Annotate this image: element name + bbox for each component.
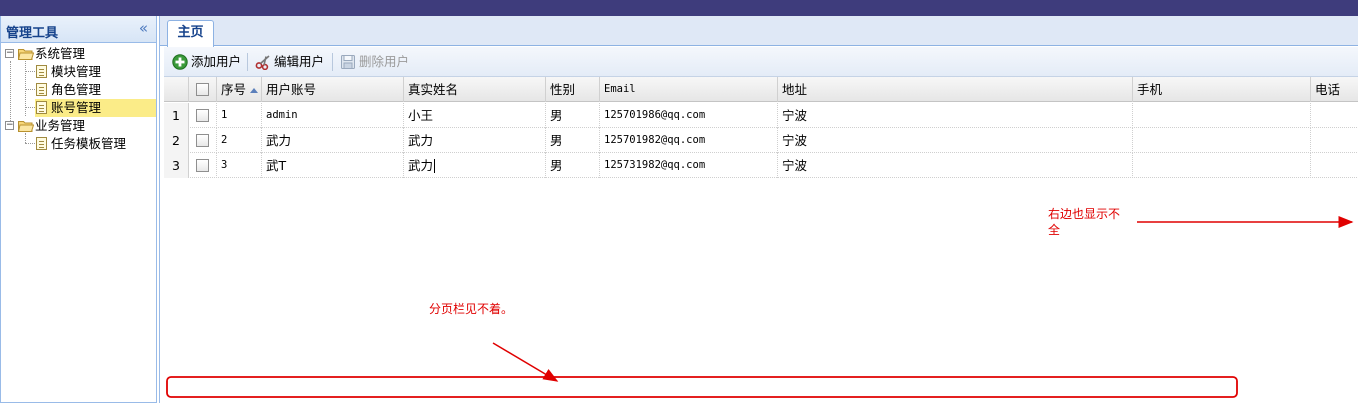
header-real-name[interactable]: 真实姓名 <box>404 77 546 102</box>
cell-real-name: 武力 <box>404 128 546 153</box>
cell-mobile <box>1133 128 1311 153</box>
tree-node-label: 角色管理 <box>51 82 102 97</box>
annotation-right-cutoff: 右边也显示不全 <box>1048 207 1121 237</box>
cell-gender: 男 <box>546 103 600 128</box>
cell-gender: 男 <box>546 128 600 153</box>
sidebar-panel: 管理工具 « − 系统管理 模块管理 角色管理 账号管理 − 业务管理 任务模板… <box>0 16 157 403</box>
header-rownum <box>164 77 189 102</box>
select-all-checkbox[interactable] <box>196 83 209 96</box>
cell-account: admin <box>262 103 404 128</box>
annotation-pager-missing: 分页栏见不着。 <box>429 302 514 316</box>
row-checkbox[interactable] <box>196 159 209 172</box>
tree-node-module-admin[interactable]: 模块管理 <box>1 63 156 81</box>
cell-phone <box>1311 153 1358 178</box>
collapse-icon[interactable]: « <box>139 19 148 37</box>
cell-mobile <box>1133 103 1311 128</box>
cell-real-name-editing[interactable]: 武力 <box>404 153 546 178</box>
header-address[interactable]: 地址 <box>778 77 1133 102</box>
row-checkbox-cell[interactable] <box>189 128 217 153</box>
header-gender[interactable]: 性别 <box>546 77 600 102</box>
header-account[interactable]: 用户账号 <box>262 77 404 102</box>
sidebar-title: 管理工具 <box>6 26 59 41</box>
add-icon <box>172 54 188 70</box>
row-checkbox-cell[interactable] <box>189 153 217 178</box>
cell-phone <box>1311 128 1358 153</box>
tree-node-system-admin[interactable]: − 系统管理 <box>1 45 156 63</box>
cell-address: 宁波 <box>778 153 1133 178</box>
tab-strip: 主页 <box>160 16 1358 47</box>
page-icon <box>36 83 47 96</box>
add-user-button[interactable]: 添加用户 <box>172 51 242 73</box>
collapse-toggle-icon[interactable]: − <box>5 121 14 130</box>
tree-node-label: 系统管理 <box>35 46 86 61</box>
cell-email: 125701982@qq.com <box>600 128 778 153</box>
tree-node-label: 模块管理 <box>51 64 102 79</box>
scissors-icon <box>255 55 270 70</box>
sidebar-header: 管理工具 « <box>1 16 156 43</box>
cell-email: 125731982@qq.com <box>600 153 778 178</box>
cell-email: 125701986@qq.com <box>600 103 778 128</box>
tree-connector <box>25 107 35 108</box>
cell-account: 武力 <box>262 128 404 153</box>
toolbar-separator <box>247 53 248 71</box>
cell-real-name: 小王 <box>404 103 546 128</box>
tree-node-account-admin[interactable]: 账号管理 <box>35 99 156 117</box>
cell-gender: 男 <box>546 153 600 178</box>
save-disk-icon <box>341 55 355 69</box>
add-user-label: 添加用户 <box>191 54 242 69</box>
grid-header: 序号 用户账号 真实姓名 性别 Email 地址 手机 电话 <box>164 77 1358 102</box>
header-checkbox[interactable] <box>189 77 217 102</box>
collapse-toggle-icon[interactable]: − <box>5 49 14 58</box>
tree-node-role-admin[interactable]: 角色管理 <box>1 81 156 99</box>
tree-node-label: 任务模板管理 <box>51 136 127 151</box>
grid-toolbar: 添加用户 编辑用户 删除用户 <box>164 47 1358 77</box>
row-checkbox-cell[interactable] <box>189 103 217 128</box>
cell-address: 宁波 <box>778 128 1133 153</box>
tree-node-label: 业务管理 <box>35 118 86 133</box>
tree-node-business-admin[interactable]: − 业务管理 <box>1 117 156 135</box>
toolbar-separator <box>332 53 333 71</box>
delete-user-button[interactable]: 删除用户 <box>340 51 412 73</box>
tree-node-label: 账号管理 <box>51 100 102 115</box>
row-number: 3 <box>164 153 189 178</box>
delete-user-label: 删除用户 <box>359 54 410 69</box>
folder-open-icon <box>18 121 34 132</box>
row-checkbox[interactable] <box>196 134 209 147</box>
row-number: 1 <box>164 103 189 128</box>
cell-mobile <box>1133 153 1311 178</box>
page-icon <box>36 65 47 78</box>
tree-node-task-template-admin[interactable]: 任务模板管理 <box>1 135 156 153</box>
table-row[interactable]: 2 2 武力 武力 男 125701982@qq.com 宁波 <box>164 128 1358 153</box>
page-icon <box>36 101 47 114</box>
table-row[interactable]: 1 1 admin 小王 男 125701986@qq.com 宁波 <box>164 103 1358 128</box>
row-number: 2 <box>164 128 189 153</box>
row-checkbox[interactable] <box>196 109 209 122</box>
cell-seq: 1 <box>217 103 262 128</box>
header-mobile[interactable]: 手机 <box>1133 77 1311 102</box>
user-grid: 序号 用户账号 真实姓名 性别 Email 地址 手机 电话 1 1 admin… <box>164 77 1358 403</box>
header-seq-label: 序号 <box>221 82 247 97</box>
header-seq[interactable]: 序号 <box>217 77 262 102</box>
tab-home[interactable]: 主页 <box>167 20 214 47</box>
folder-open-icon <box>18 49 34 60</box>
edit-user-button[interactable]: 编辑用户 <box>255 51 327 73</box>
table-row[interactable]: 3 3 武T 武力 男 125731982@qq.com 宁波 <box>164 153 1358 178</box>
cell-real-name: 武力 <box>408 158 434 173</box>
text-caret <box>434 159 436 173</box>
cell-address: 宁波 <box>778 103 1133 128</box>
cell-seq: 3 <box>217 153 262 178</box>
header-email[interactable]: Email <box>600 77 778 102</box>
cell-seq: 2 <box>217 128 262 153</box>
main-panel: 主页 添加用户 编辑用户 删除用户 序号 用户账号 真实姓名 性别 Email … <box>159 16 1358 403</box>
edit-user-label: 编辑用户 <box>274 54 325 69</box>
sort-ascending-icon <box>250 88 259 93</box>
page-icon <box>36 137 47 150</box>
window-top-bar <box>0 0 1358 16</box>
cell-account: 武T <box>262 153 404 178</box>
cell-phone <box>1311 103 1358 128</box>
header-phone[interactable]: 电话 <box>1311 77 1358 102</box>
